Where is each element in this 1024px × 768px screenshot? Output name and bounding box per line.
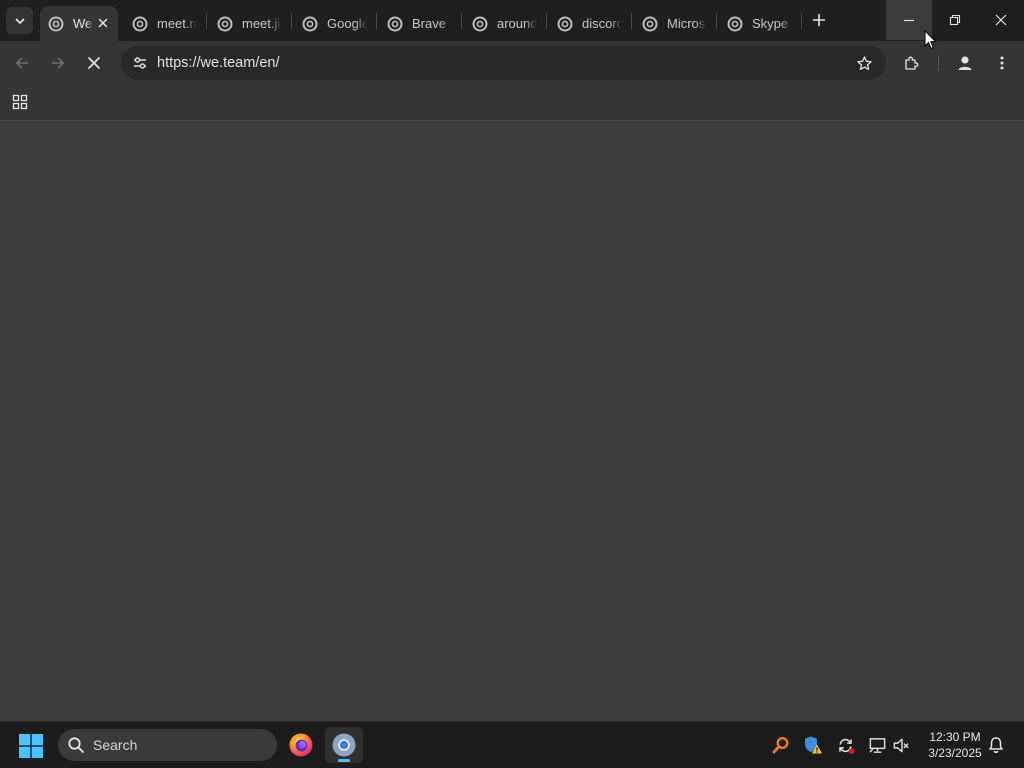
site-info-button[interactable] bbox=[129, 52, 151, 74]
restore-icon bbox=[949, 14, 961, 26]
tab-around[interactable]: around bbox=[464, 6, 544, 41]
tray-defender[interactable] bbox=[802, 734, 824, 756]
forward-button[interactable] bbox=[44, 49, 72, 77]
minimize-icon bbox=[904, 19, 914, 22]
close-icon bbox=[98, 18, 108, 28]
tab-separator bbox=[801, 13, 802, 29]
notification-bell-icon bbox=[989, 737, 1003, 753]
taskbar-app-firefox[interactable] bbox=[282, 727, 320, 763]
active-app-indicator bbox=[338, 759, 350, 762]
clock-time: 12:30 PM bbox=[929, 730, 981, 744]
star-icon bbox=[856, 55, 872, 70]
arrow-right-icon bbox=[51, 57, 64, 69]
taskbar: Search 12:30 PM 3/23/2025 bbox=[0, 721, 1024, 768]
back-button[interactable] bbox=[8, 49, 36, 77]
tab-title: Brave T bbox=[412, 16, 452, 31]
bookmarks-bar bbox=[0, 85, 1024, 121]
new-tab-button[interactable] bbox=[807, 8, 831, 32]
arrow-left-icon bbox=[16, 57, 29, 69]
tab-separator bbox=[206, 13, 207, 29]
chrome-favicon-icon bbox=[557, 16, 573, 31]
tab-separator bbox=[546, 13, 547, 29]
apps-button[interactable] bbox=[9, 91, 31, 113]
tab-title: meet.n bbox=[157, 16, 197, 31]
tab-title: Skype bbox=[752, 16, 789, 31]
minimize-button[interactable] bbox=[886, 0, 932, 40]
tab-title: around bbox=[497, 16, 537, 31]
system-clock[interactable]: 12:30 PM 3/23/2025 bbox=[918, 729, 992, 761]
tab-title: Google bbox=[327, 16, 367, 31]
tab-title: We bbox=[73, 16, 93, 31]
search-magnifier-icon bbox=[772, 737, 789, 754]
tab-separator bbox=[291, 13, 292, 29]
sync-icon bbox=[838, 738, 855, 754]
chrome-favicon-icon bbox=[472, 16, 488, 31]
chrome-icon bbox=[332, 733, 356, 757]
toolbar-divider bbox=[938, 55, 939, 71]
chrome-favicon-icon bbox=[727, 16, 743, 31]
menu-button[interactable] bbox=[988, 49, 1016, 77]
chrome-favicon-icon bbox=[132, 16, 148, 31]
search-label: Search bbox=[93, 737, 138, 753]
tab-close-button[interactable] bbox=[95, 15, 111, 31]
chrome-favicon-icon bbox=[217, 16, 233, 31]
tab-google[interactable]: Google bbox=[294, 6, 374, 41]
tab-microsoft[interactable]: Micros bbox=[634, 6, 714, 41]
network-icon bbox=[868, 737, 885, 753]
extensions-button[interactable] bbox=[898, 49, 926, 77]
tab-we-team[interactable]: We bbox=[40, 6, 118, 41]
search-icon bbox=[68, 737, 84, 753]
profile-button[interactable] bbox=[951, 49, 979, 77]
apps-grid-icon bbox=[12, 94, 28, 110]
defender-warning-icon bbox=[805, 736, 822, 754]
tab-title: discord bbox=[582, 16, 622, 31]
address-bar[interactable]: https://we.team/en/ bbox=[121, 46, 886, 80]
tray-notifications[interactable] bbox=[985, 734, 1007, 756]
bookmark-star-button[interactable] bbox=[854, 53, 874, 73]
tab-separator bbox=[716, 13, 717, 29]
stop-loading-button[interactable] bbox=[80, 49, 108, 77]
chrome-favicon-icon bbox=[387, 16, 403, 31]
tab-separator bbox=[631, 13, 632, 29]
tab-separator bbox=[461, 13, 462, 29]
firefox-icon bbox=[289, 733, 313, 757]
tab-search-button[interactable] bbox=[6, 7, 33, 34]
chrome-favicon-icon bbox=[302, 16, 318, 31]
page-content bbox=[0, 121, 1024, 721]
plus-icon bbox=[812, 13, 826, 27]
tray-network[interactable] bbox=[866, 734, 888, 756]
tab-title: meet.ji bbox=[242, 16, 281, 31]
tray-search-magnifier[interactable] bbox=[770, 734, 792, 756]
tab-separator bbox=[376, 13, 377, 29]
volume-muted-icon bbox=[893, 738, 909, 752]
url-text[interactable]: https://we.team/en/ bbox=[157, 55, 280, 71]
clock-date: 3/23/2025 bbox=[928, 746, 982, 760]
tab-meet-n[interactable]: meet.n bbox=[124, 6, 204, 41]
tab-title: Micros bbox=[667, 16, 706, 31]
tab-discord[interactable]: discord bbox=[549, 6, 629, 41]
tray-volume[interactable] bbox=[890, 734, 912, 756]
browser-toolbar: https://we.team/en/ bbox=[0, 41, 1024, 85]
tray-sync[interactable] bbox=[834, 734, 856, 756]
close-icon bbox=[995, 14, 1007, 26]
close-icon bbox=[88, 57, 100, 69]
account-icon bbox=[958, 56, 972, 70]
tab-meet-ji[interactable]: meet.ji bbox=[209, 6, 289, 41]
taskbar-app-chrome[interactable] bbox=[325, 727, 363, 763]
chrome-favicon-icon bbox=[642, 16, 658, 31]
windows-start-icon[interactable] bbox=[18, 733, 44, 759]
close-window-button[interactable] bbox=[978, 0, 1024, 40]
chevron-down-icon bbox=[15, 18, 24, 24]
puzzle-icon bbox=[905, 56, 919, 70]
more-vertical-icon bbox=[1000, 56, 1004, 70]
chrome-loading-favicon-icon bbox=[48, 16, 64, 31]
tab-brave[interactable]: Brave T bbox=[379, 6, 459, 41]
tune-icon bbox=[134, 57, 146, 69]
tab-strip: We meet.n meet.ji Google Brave T around … bbox=[0, 0, 1024, 41]
taskbar-search-box[interactable]: Search bbox=[58, 729, 277, 761]
tab-skype[interactable]: Skype bbox=[719, 6, 799, 41]
restore-button[interactable] bbox=[932, 0, 978, 40]
